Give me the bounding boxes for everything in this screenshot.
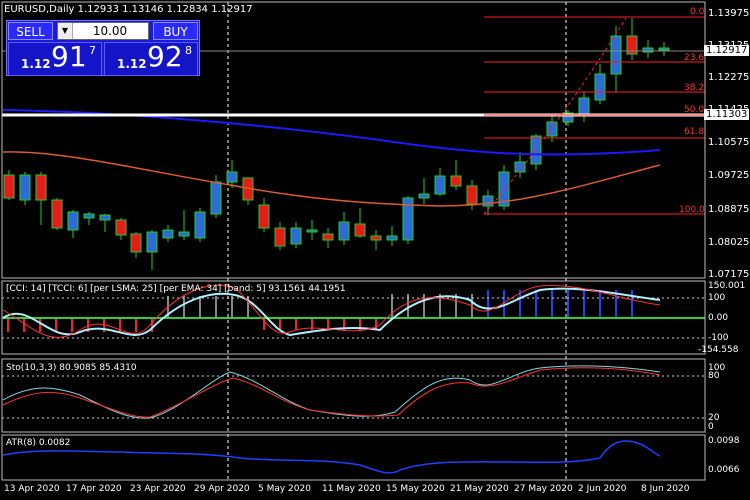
sell-button[interactable]: SELL	[8, 22, 53, 40]
fib-level-label: 0.0	[690, 7, 705, 17]
fib-level-label: 100.0	[679, 205, 705, 215]
candle-body	[658, 47, 670, 51]
candle-body	[3, 174, 15, 199]
candle-body	[226, 171, 238, 183]
sell-price-prefix: 1.12	[21, 57, 51, 71]
volume-control: ▼	[57, 22, 149, 40]
candle-body	[35, 174, 47, 201]
price-tick: 1.09725	[708, 170, 750, 181]
candle-body	[194, 211, 206, 239]
sto-header: Sto(10,3,3) 80.9085 85.4310	[6, 363, 137, 373]
candle-body	[51, 199, 63, 229]
fib-level-label: 23.6	[684, 53, 705, 63]
sto-main-line	[2, 365, 661, 419]
candle-body	[306, 229, 318, 233]
time-tick: 21 May 2020	[450, 484, 509, 494]
atr-line	[2, 440, 661, 474]
candle-body	[146, 231, 158, 253]
candle-body	[162, 229, 174, 239]
candle-body	[386, 235, 398, 241]
candle-body	[130, 233, 142, 253]
time-tick: 27 May 2020	[514, 484, 573, 494]
sell-quote-button[interactable]: 1.12 91 7	[8, 40, 102, 76]
fib-level-label: 61.8	[684, 127, 705, 137]
price-tick: 1.13975	[708, 8, 750, 19]
candle-body	[546, 121, 558, 137]
candle-body	[370, 235, 382, 241]
current-price-label: 1.12917	[704, 45, 750, 56]
sto-signal-line	[2, 367, 661, 418]
time-tick: 13 Apr 2020	[4, 484, 60, 494]
candle-body	[338, 221, 350, 241]
cci-tick: 150.001	[708, 281, 746, 291]
price-tick: 1.12275	[708, 72, 750, 83]
cci-tick: -154.558	[698, 345, 739, 355]
time-tick: 2 Jun 2020	[578, 484, 627, 494]
candle-body	[19, 174, 31, 201]
candle-body	[258, 204, 270, 229]
candle-body	[274, 227, 286, 247]
one-click-trading-panel: SELL ▼ BUY 1.12 91 7 1.12 92 8	[6, 20, 200, 76]
candle-body	[466, 185, 478, 205]
time-tick: 11 May 2020	[322, 484, 381, 494]
time-tick: 23 Apr 2020	[130, 484, 186, 494]
candle-body	[530, 135, 542, 165]
symbol-info: EURUSD,Daily 1.12933 1.13146 1.12834 1.1…	[4, 4, 253, 15]
hline-price-label: 1.11303	[704, 109, 750, 120]
ma-blue-line	[2, 109, 661, 156]
sto-tick: 0	[708, 422, 714, 432]
price-tick: 1.08025	[708, 237, 750, 248]
price-tick: 1.08875	[708, 204, 750, 215]
sto-tick: 80	[708, 371, 720, 381]
atr-tick: 0.0098	[708, 436, 740, 446]
candle-body	[434, 175, 446, 195]
candle-body	[83, 213, 95, 219]
candle-body	[115, 219, 127, 236]
time-tick: 15 May 2020	[386, 484, 445, 494]
ma-red-line	[2, 151, 661, 207]
price-tick: 1.07175	[708, 269, 750, 280]
candle-body	[322, 233, 334, 241]
time-tick: 5 May 2020	[258, 484, 311, 494]
sell-price-sup: 7	[89, 44, 96, 57]
fib-level-label: 50.0	[684, 105, 705, 115]
candle-body	[418, 193, 430, 199]
cci-tick: 100	[708, 293, 726, 303]
cci-tick: 0.00	[708, 313, 729, 323]
candle-body	[67, 211, 79, 231]
cci-line	[2, 287, 661, 337]
volume-input[interactable]	[74, 23, 146, 39]
candle-body	[290, 227, 302, 245]
candle-body	[450, 175, 462, 187]
candle-body	[578, 97, 590, 115]
time-tick: 29 Apr 2020	[194, 484, 250, 494]
buy-quote-button[interactable]: 1.12 92 8	[104, 40, 198, 76]
candle-body	[594, 73, 606, 101]
candle-body	[354, 223, 366, 237]
sell-price-big: 91	[51, 40, 87, 73]
buy-price-sup: 8	[185, 44, 192, 57]
buy-price-big: 92	[147, 40, 183, 73]
volume-dropdown-icon[interactable]: ▼	[58, 23, 73, 39]
time-tick: 17 Apr 2020	[66, 484, 122, 494]
candle-body	[178, 231, 190, 237]
price-tick: 1.10575	[708, 137, 750, 148]
candle-body	[210, 181, 222, 215]
candle-body	[610, 35, 622, 75]
candle-body	[99, 214, 111, 221]
atr-tick: 0.0066	[708, 465, 740, 475]
buy-price-prefix: 1.12	[117, 57, 147, 71]
time-tick: 8 Jun 2020	[641, 484, 690, 494]
buy-button[interactable]: BUY	[153, 22, 198, 40]
atr-header: ATR(8) 0.0082	[6, 438, 71, 448]
cci-tick: -100	[708, 333, 729, 343]
cci-header: [CCI: 14] [TCCI: 6] [per LSMA: 25] [per …	[6, 284, 346, 294]
fib-level-label: 38.2	[684, 83, 705, 93]
